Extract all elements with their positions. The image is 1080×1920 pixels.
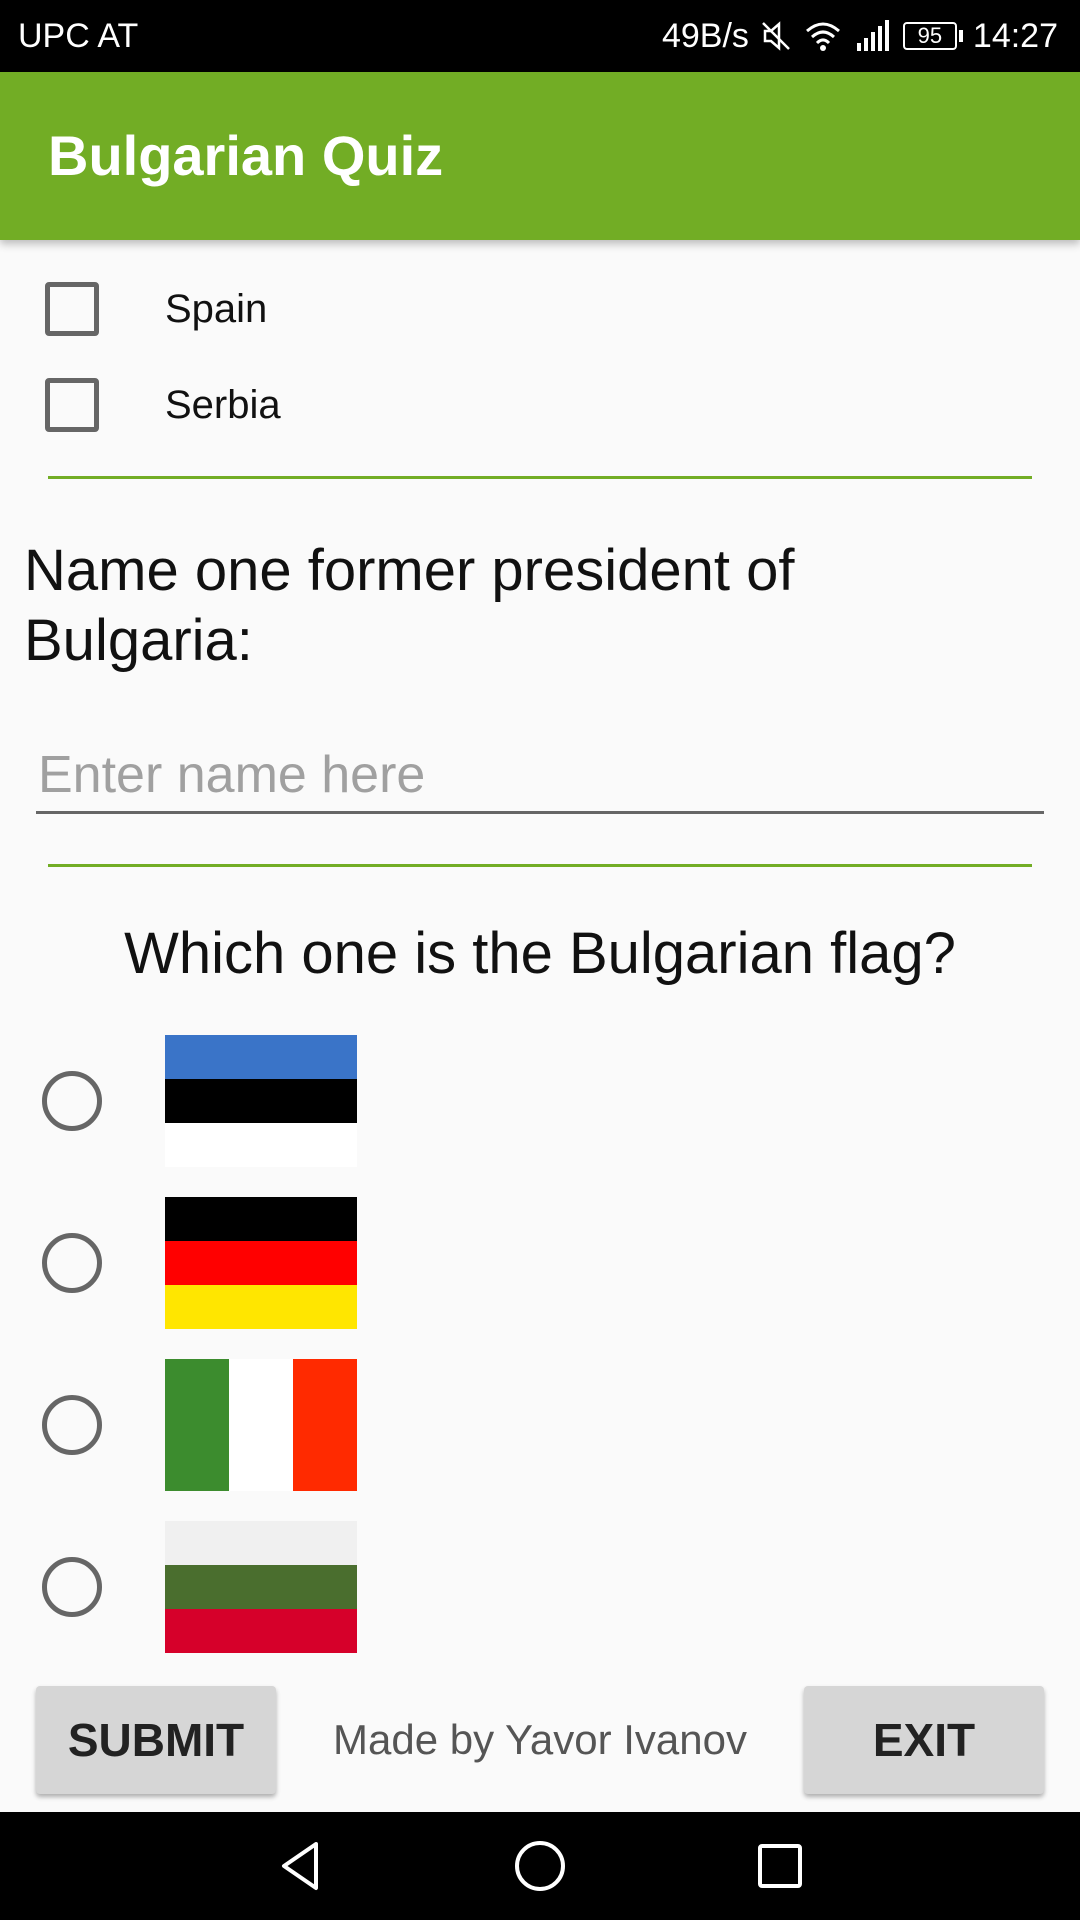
checkbox[interactable] — [45, 282, 99, 336]
flag-option-3[interactable] — [0, 1359, 1080, 1491]
radio-button[interactable] — [42, 1233, 102, 1293]
estonia-flag[interactable] — [165, 1035, 357, 1167]
flag-option-2[interactable] — [0, 1197, 1080, 1329]
app-bar: Bulgarian Quiz — [0, 72, 1080, 240]
mute-icon — [759, 19, 793, 53]
status-bar: UPC AT 49B/s 95 14:27 — [0, 0, 1080, 72]
checkbox[interactable] — [45, 378, 99, 432]
battery-level: 95 — [902, 22, 957, 50]
question-president: Name one former president of Bulgaria: — [24, 538, 795, 673]
nav-bar — [0, 1812, 1080, 1920]
flag-option-1[interactable] — [0, 1035, 1080, 1167]
bulgaria-flag[interactable] — [165, 1521, 357, 1653]
radio-button[interactable] — [42, 1071, 102, 1131]
carrier-name: UPC AT — [18, 17, 139, 55]
divider — [48, 476, 1032, 479]
wifi-icon — [803, 19, 843, 53]
clock: 14:27 — [972, 16, 1058, 55]
germany-flag[interactable] — [165, 1197, 357, 1329]
checkbox-option-serbia[interactable]: Serbia — [0, 360, 1080, 450]
flag-option-4[interactable] — [0, 1521, 1080, 1653]
checkbox-label: Serbia — [165, 382, 281, 427]
recents-icon[interactable] — [744, 1830, 816, 1902]
radio-button[interactable] — [42, 1557, 102, 1617]
signal-icon — [853, 19, 893, 53]
submit-button[interactable]: SUBMIT — [36, 1686, 276, 1794]
status-icons: 49B/s 95 14:27 — [662, 0, 1058, 72]
checkbox-option-spain[interactable]: Spain — [0, 264, 1080, 354]
home-icon[interactable] — [504, 1830, 576, 1902]
divider — [48, 864, 1032, 867]
checkbox-label: Spain — [165, 286, 268, 331]
italy-flag[interactable] — [165, 1359, 357, 1491]
radio-button[interactable] — [42, 1395, 102, 1455]
battery-icon: 95 — [902, 22, 963, 50]
back-icon[interactable] — [264, 1830, 336, 1902]
credit-text: Made by Yavor Ivanov — [332, 1716, 747, 1763]
screen: UPC AT 49B/s 95 14:27 Bulgarian Quiz Spa… — [0, 0, 1080, 1920]
exit-button[interactable]: EXIT — [804, 1686, 1044, 1794]
question-flag: Which one is the Bulgarian flag? — [124, 921, 956, 986]
president-name-input[interactable] — [36, 738, 1044, 814]
app-title: Bulgarian Quiz — [48, 124, 444, 187]
data-rate: 49B/s — [661, 16, 749, 55]
